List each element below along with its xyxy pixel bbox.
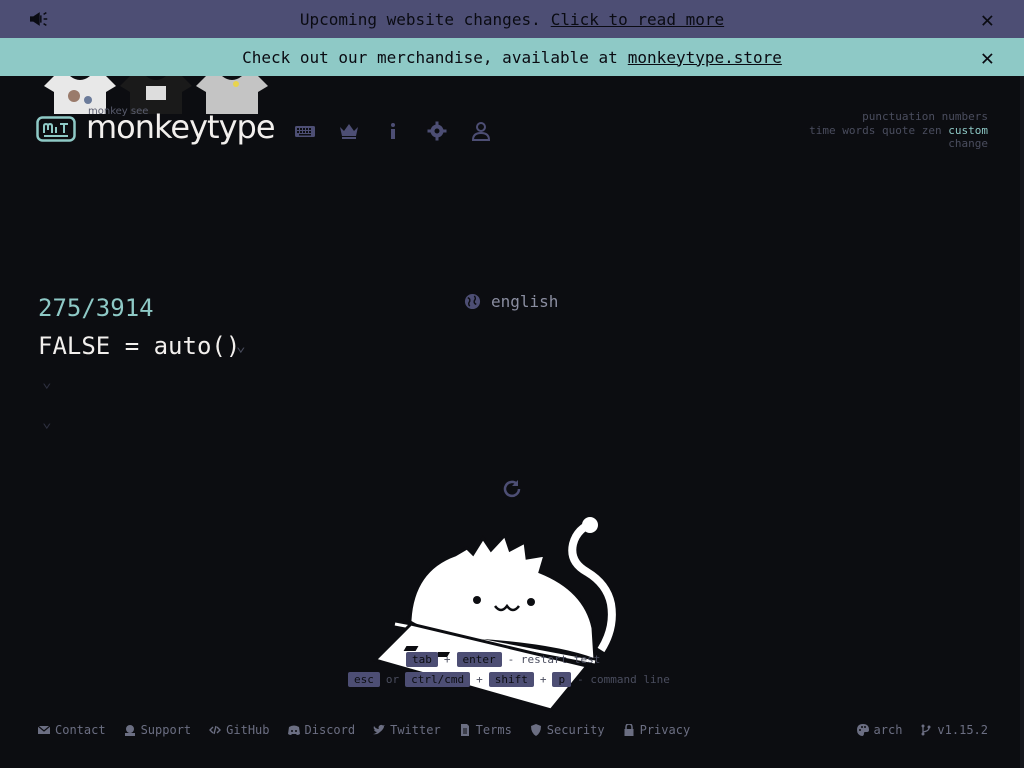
code-branch-icon [921, 724, 931, 736]
footer-contact-label: Contact [55, 723, 106, 737]
footer-discord-label: Discord [304, 723, 356, 737]
merch-store-link[interactable]: monkeytype.store [628, 48, 782, 67]
key-esc: esc [348, 672, 380, 687]
key-ctrl: ctrl/cmd [405, 672, 471, 687]
footer-security-label: Security [546, 723, 605, 737]
header: monkey see monkeytype punctuation number… [36, 104, 988, 164]
footer-github-label: GitHub [226, 723, 270, 737]
gear-icon[interactable] [426, 120, 448, 142]
footer-twitter-link[interactable]: Twitter [373, 723, 441, 737]
chevron-down-icon: ⌄ [42, 372, 52, 391]
words-display[interactable]: FALSE = auto() [38, 332, 240, 360]
footer-support-link[interactable]: Support [124, 723, 192, 737]
user-icon[interactable] [470, 120, 492, 142]
footer-twitter-label: Twitter [390, 723, 441, 737]
config-punctuation[interactable]: punctuation [862, 110, 935, 123]
merch-banner: Check out our merchandise, available at … [0, 38, 1024, 114]
donate-icon [124, 725, 135, 736]
theme-label: arch [873, 723, 903, 737]
plus-sign: + [443, 653, 451, 666]
footer-terms-label: Terms [475, 723, 512, 737]
config-words[interactable]: words [842, 124, 875, 137]
document-icon [460, 724, 469, 736]
logo-title[interactable]: monkeytype [86, 108, 276, 146]
footer-github-link[interactable]: GitHub [209, 723, 270, 737]
language-selector[interactable]: english [464, 292, 558, 311]
main-nav [294, 120, 492, 142]
current-words: FALSE = auto() [38, 332, 241, 360]
footer-right: arch v1.15.2 [856, 723, 988, 737]
plus-sign: + [539, 673, 547, 686]
config-row-modifiers: punctuation numbers [809, 110, 988, 124]
keyboard-icon[interactable] [294, 120, 316, 142]
key-tab: tab [406, 652, 438, 667]
chevron-down-icon: ⌄ [42, 412, 52, 431]
monkey-mascot-image [355, 517, 616, 712]
crown-icon[interactable] [338, 120, 360, 142]
footer-terms-link[interactable]: Terms [459, 723, 512, 737]
config-zen[interactable]: zen [922, 124, 942, 137]
announcement-text: Upcoming website changes. [299, 9, 541, 29]
config-quote[interactable]: quote [882, 124, 915, 137]
hint-command-line-label: - command line [577, 673, 670, 686]
info-icon[interactable] [382, 120, 404, 142]
megaphone-icon [30, 11, 48, 27]
progress-counter: 275/3914 [38, 294, 154, 322]
config-row-modes: time words quote zen custom [809, 124, 988, 138]
chevron-down-icon: ⌄ [236, 336, 246, 355]
hint-restart-label: - restart test [507, 653, 601, 666]
or-label: or [385, 673, 400, 686]
config-time[interactable]: time [809, 124, 836, 137]
lock-icon [624, 724, 634, 736]
footer-security-link[interactable]: Security [530, 723, 605, 737]
footer-privacy-label: Privacy [639, 723, 691, 737]
palette-icon [856, 724, 869, 736]
config-row-change: change [809, 137, 988, 151]
footer-discord-link[interactable]: Discord [287, 723, 356, 737]
hint-command-line: esc or ctrl/cmd + shift + p - command li… [348, 672, 670, 687]
scrollbar[interactable] [1020, 76, 1024, 768]
close-merch-button[interactable]: ✕ [981, 46, 994, 71]
theme-button[interactable]: arch [856, 723, 903, 737]
discord-icon [287, 725, 300, 735]
key-p: p [552, 672, 572, 687]
config-custom[interactable]: custom [948, 124, 988, 137]
read-more-link[interactable]: Click to read more [551, 10, 724, 29]
footer-privacy-link[interactable]: Privacy [623, 723, 691, 737]
key-shift: shift [488, 672, 534, 687]
hint-restart: tab + enter - restart test [406, 652, 600, 667]
config-change[interactable]: change [948, 137, 988, 150]
key-enter: enter [456, 652, 502, 667]
close-announcement-button[interactable]: ✕ [981, 8, 994, 33]
restart-icon[interactable] [502, 478, 522, 498]
merch-text: Check out our merchandise, available at [242, 47, 618, 67]
language-label: english [491, 292, 559, 311]
envelope-icon [38, 725, 50, 734]
twitter-icon [373, 724, 386, 735]
footer-support-label: Support [140, 723, 192, 737]
test-config: punctuation numbers time words quote zen… [809, 110, 988, 151]
globe-icon [464, 293, 481, 310]
footer: Contact Support GitHub Discord Twitter T… [38, 720, 988, 740]
plus-sign: + [476, 673, 483, 686]
announcement-banner: Upcoming website changes. Click to read … [0, 0, 1024, 38]
version-button[interactable]: v1.15.2 [920, 723, 988, 737]
code-icon [209, 725, 222, 735]
config-numbers[interactable]: numbers [942, 110, 988, 123]
footer-contact-link[interactable]: Contact [38, 723, 106, 737]
version-label: v1.15.2 [937, 723, 988, 737]
shield-icon [530, 724, 541, 736]
monkeytype-logo-icon[interactable] [36, 116, 76, 142]
